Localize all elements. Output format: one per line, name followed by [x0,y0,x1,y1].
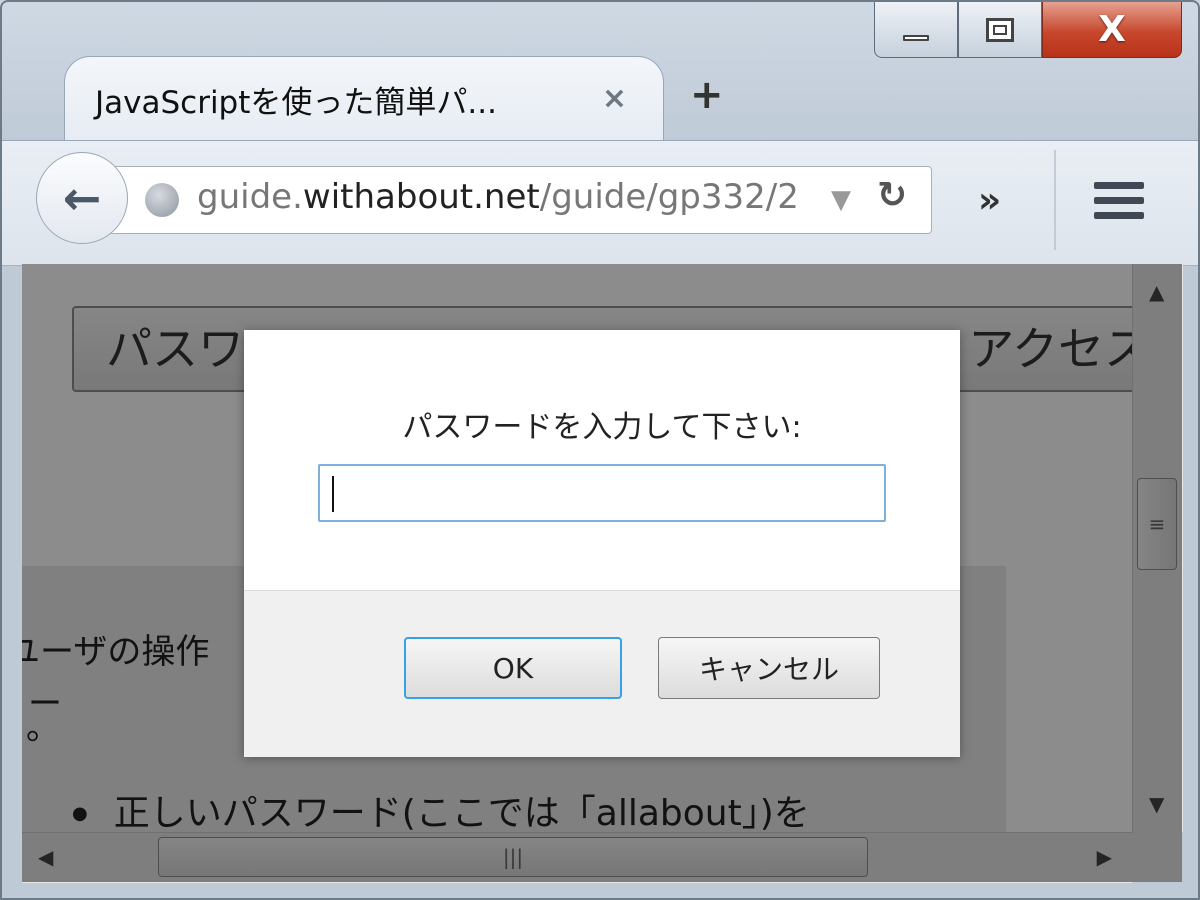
tab-active[interactable]: JavaScriptを使った簡単パ... × [64,56,664,142]
url-text[interactable]: guide.withabout.net/guide/gp332/2 [197,177,817,217]
close-icon: X [1098,9,1126,50]
cancel-button[interactable]: キャンセル [658,637,880,699]
reload-icon[interactable]: ↻ [877,175,907,216]
browser-window: X JavaScriptを使った簡単パ... × + ← guide.witha… [0,0,1200,900]
close-window-button[interactable]: X [1042,2,1182,58]
minimize-icon [903,34,929,41]
globe-icon [145,183,179,217]
toolbar-separator [1054,150,1056,250]
new-tab-button[interactable]: + [690,72,724,118]
maximize-button[interactable] [958,2,1042,58]
tab-close-icon[interactable]: × [602,81,627,116]
url-dropdown-icon[interactable]: ▼ [831,185,851,215]
text-caret [332,476,334,512]
prompt-dialog: パスワードを入力して下さい: OK キャンセル [244,330,960,757]
dialog-footer: OK キャンセル [244,590,960,757]
url-prefix: guide. [197,177,303,217]
dialog-message: パスワードを入力して下さい: [402,410,802,445]
minimize-button[interactable] [874,2,958,58]
hamburger-menu-icon[interactable] [1094,182,1144,227]
window-caption-buttons: X [874,2,1182,60]
url-domain: withabout.net [302,177,540,217]
ok-button[interactable]: OK [404,637,622,699]
toolbar-overflow-icon[interactable]: » [978,180,1001,221]
back-button[interactable]: ← [36,152,128,244]
url-bar[interactable]: guide.withabout.net/guide/gp332/2 ▼ ↻ [106,166,932,234]
maximize-icon [986,17,1014,42]
tab-title: JavaScriptを使った簡単パ... [95,85,497,121]
password-input[interactable] [318,464,886,522]
back-arrow-icon: ← [62,171,102,225]
url-path: /guide/gp332/2 [539,177,799,217]
